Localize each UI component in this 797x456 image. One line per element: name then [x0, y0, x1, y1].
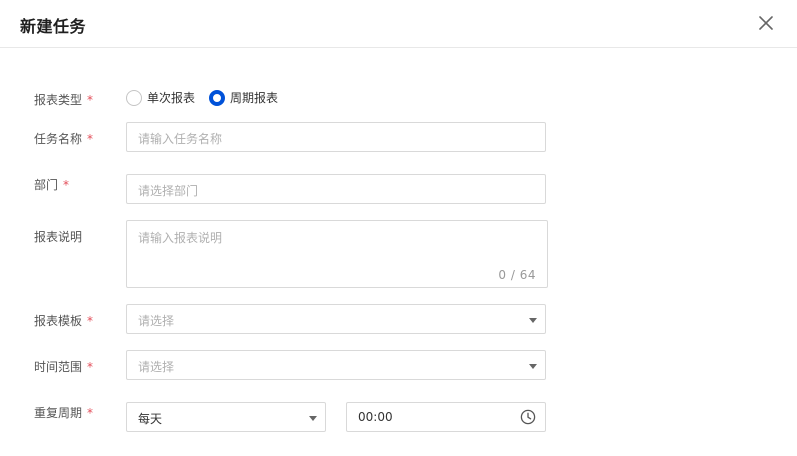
required-mark: *: [87, 360, 94, 374]
repeat-frequency-select[interactable]: 每天: [126, 402, 326, 432]
time-range-label: 时间范围 *: [34, 358, 93, 375]
description-char-counter: 0 / 64: [498, 268, 536, 282]
radio-periodic-report[interactable]: 周期报表: [209, 89, 278, 106]
task-name-placeholder: 请输入任务名称: [138, 132, 223, 146]
description-placeholder: 请输入报表说明: [138, 231, 223, 245]
task-name-label: 任务名称 *: [34, 130, 93, 147]
dialog-header: 新建任务: [0, 0, 797, 48]
repeat-time-value: 00:00: [358, 410, 393, 424]
description-label: 报表说明: [34, 228, 82, 245]
time-range-select[interactable]: 请选择: [126, 350, 546, 380]
chevron-down-icon: [529, 364, 537, 369]
clock-icon[interactable]: [520, 409, 536, 425]
report-type-label-text: 报表类型: [34, 93, 83, 107]
close-icon[interactable]: [756, 13, 776, 33]
department-label: 部门 *: [34, 176, 69, 193]
description-textarea[interactable]: 请输入报表说明 0 / 64: [126, 220, 548, 288]
chevron-down-icon: [309, 416, 317, 421]
required-mark: *: [87, 406, 94, 420]
new-task-dialog: 新建任务 报表类型 * 单次报表 周期报表 任务名称 * 请输入任务名称 部门 * 请…: [0, 0, 797, 456]
time-range-label-text: 时间范围: [34, 360, 83, 374]
department-select[interactable]: 请选择部门: [126, 174, 546, 204]
required-mark: *: [87, 314, 94, 328]
required-mark: *: [87, 93, 94, 107]
template-label: 报表模板 *: [34, 312, 93, 329]
repeat-frequency-value: 每天: [138, 412, 163, 426]
required-mark: *: [63, 178, 70, 192]
required-mark: *: [87, 132, 94, 146]
radio-single-report[interactable]: 单次报表: [126, 89, 195, 106]
repeat-label: 重复周期 *: [34, 404, 93, 421]
radio-circle-checked[interactable]: [209, 89, 226, 106]
radio-single-report-label: 单次报表: [147, 91, 196, 105]
department-placeholder: 请选择部门: [138, 184, 199, 198]
template-label-text: 报表模板: [34, 314, 83, 328]
description-label-text: 报表说明: [34, 230, 83, 244]
department-label-text: 部门: [34, 178, 59, 192]
repeat-label-text: 重复周期: [34, 406, 83, 420]
report-type-label: 报表类型 *: [34, 91, 93, 108]
task-name-input[interactable]: 请输入任务名称: [126, 122, 546, 152]
repeat-time-picker[interactable]: 00:00: [346, 402, 546, 432]
template-placeholder: 请选择: [138, 314, 175, 328]
report-type-radio-group: 单次报表 周期报表: [126, 89, 292, 106]
time-range-placeholder: 请选择: [138, 360, 175, 374]
task-name-label-text: 任务名称: [34, 132, 83, 146]
template-select[interactable]: 请选择: [126, 304, 546, 334]
chevron-down-icon: [529, 318, 537, 323]
radio-periodic-report-label: 周期报表: [230, 91, 279, 105]
dialog-title: 新建任务: [20, 17, 87, 36]
radio-circle[interactable]: [126, 89, 142, 106]
